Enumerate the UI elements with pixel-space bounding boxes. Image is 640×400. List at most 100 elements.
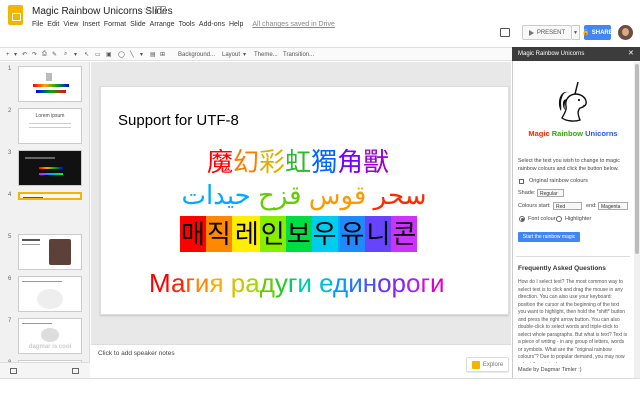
avatar[interactable] — [618, 25, 633, 40]
menu-tools[interactable]: Tools — [179, 21, 199, 33]
shade-value: Regular — [540, 191, 558, 197]
sidebar-scrollbar-thumb[interactable] — [635, 64, 639, 254]
menu-bar: File Edit View Insert Format Slide Arrange Tool… — [32, 21, 339, 33]
shade-label: Shade: — [518, 190, 536, 196]
grid-view-icon[interactable] — [72, 368, 79, 374]
line-dropdown-icon[interactable]: ▾ — [140, 50, 143, 59]
transition-button[interactable]: Transition... — [283, 50, 314, 59]
theme-button[interactable]: Theme... — [254, 50, 278, 59]
korean-highlighted-text[interactable]: 매직 레인보우 유니콘 — [180, 216, 418, 252]
highlighted-char: 보 — [285, 216, 312, 252]
highlighted-char: 레 — [233, 216, 260, 252]
background-button[interactable]: Background... — [178, 50, 215, 59]
arabic-rainbow-text[interactable]: سحر قوس قزح حيدات — [172, 180, 436, 211]
present-dropdown-icon[interactable]: ▼ — [572, 25, 580, 40]
start-colour-select[interactable]: Red — [553, 202, 582, 210]
shade-select[interactable]: Regular — [537, 189, 564, 197]
russian-rainbow-text[interactable]: Магия радуги единороги — [149, 268, 445, 299]
slide-number: 3 — [8, 150, 12, 156]
explore-icon — [471, 360, 480, 369]
rainbow-char: а — [170, 268, 186, 298]
menu-file[interactable]: File — [32, 21, 47, 33]
present-label: PRESENT — [536, 29, 566, 36]
explore-button[interactable]: Explore — [466, 357, 509, 372]
list-view-icon[interactable] — [10, 368, 17, 374]
rainbow-char: 獨 — [311, 147, 338, 177]
rainbow-char — [224, 268, 231, 298]
redo-icon[interactable]: ↷ — [32, 50, 37, 59]
slide-thumb-7[interactable]: dagmar is cool — [18, 318, 82, 354]
undo-icon[interactable]: ↶ — [22, 50, 27, 59]
layout-button[interactable]: Layout — [222, 50, 240, 59]
rainbow-word — [251, 180, 258, 210]
thumb-smiley-shape — [41, 328, 59, 342]
slide-thumb-6[interactable] — [18, 276, 82, 312]
highlighter-radio[interactable] — [556, 216, 562, 222]
bottom-bar — [0, 378, 640, 400]
menu-insert[interactable]: Insert — [82, 21, 104, 33]
start-colour-value: Red — [556, 204, 566, 210]
saved-status[interactable]: All changes saved in Drive — [252, 21, 339, 33]
menu-help[interactable]: Help — [229, 21, 247, 33]
grid-icon[interactable]: ⊞ — [160, 50, 165, 59]
layout-dropdown-icon[interactable]: ▾ — [243, 50, 246, 59]
print-icon[interactable]: ⎙ — [42, 50, 47, 59]
colours-start-label: Colours start: — [518, 203, 551, 209]
rainbow-char: 獸 — [363, 147, 390, 177]
slide-thumb-1[interactable] — [18, 66, 82, 102]
rainbow-char: а — [245, 268, 260, 298]
thumb-line — [22, 281, 62, 282]
textbox-icon[interactable]: ▭ — [95, 50, 101, 59]
menu-view[interactable]: View — [63, 21, 82, 33]
rainbow-char: 魔 — [207, 147, 234, 177]
thumb-line — [25, 157, 55, 159]
comment-icon[interactable] — [500, 28, 510, 37]
brand-word: Magic — [528, 129, 552, 138]
line-icon[interactable]: ╲ — [130, 50, 134, 59]
slides-logo-icon[interactable] — [8, 5, 23, 25]
image-icon[interactable]: ▣ — [106, 50, 112, 59]
end-colour-select[interactable]: Magenta — [598, 202, 628, 210]
star-icon[interactable]: ☆ — [143, 5, 152, 16]
zoom-icon[interactable]: ⌕ — [64, 50, 67, 59]
font-colour-radio[interactable] — [519, 216, 525, 222]
close-icon[interactable]: ✕ — [628, 49, 634, 57]
sidebar-divider — [516, 256, 630, 257]
thumb-title: Lorem ipsum — [35, 113, 65, 119]
speaker-notes-placeholder[interactable]: Click to add speaker notes — [98, 350, 175, 357]
menu-edit[interactable]: Edit — [47, 21, 63, 33]
rainbow-char: и — [429, 268, 445, 298]
new-slide-dropdown-icon[interactable]: ▾ — [14, 50, 17, 59]
rainbow-char: д — [259, 268, 275, 298]
slide-thumb-3[interactable] — [18, 150, 82, 186]
original-colours-checkbox[interactable] — [519, 179, 524, 184]
slide-thumb-4-selected[interactable] — [18, 192, 82, 200]
rainbow-word: قوس — [308, 180, 367, 210]
chinese-rainbow-text[interactable]: 魔幻彩虹獨角獸 — [207, 142, 389, 179]
select-icon[interactable]: ↖ — [84, 50, 89, 59]
paint-format-icon[interactable]: ✎ — [52, 50, 57, 59]
folder-icon[interactable] — [156, 6, 166, 14]
new-slide-icon[interactable]: + — [6, 50, 10, 59]
present-button[interactable]: PRESENT — [522, 25, 572, 40]
shape-icon[interactable]: ◯ — [118, 50, 125, 59]
comment-add-icon[interactable]: ▤ — [150, 50, 156, 59]
end-label: end: — [586, 203, 597, 209]
rainbow-char: р — [230, 268, 246, 298]
slide-thumb-2[interactable]: Lorem ipsum — [18, 108, 82, 144]
zoom-dropdown-icon[interactable]: ▾ — [74, 50, 77, 59]
thumb-line — [22, 323, 52, 324]
slide-thumb-5[interactable] — [18, 234, 82, 270]
share-button[interactable]: 🔒 SHARE — [582, 25, 613, 40]
menu-arrange[interactable]: Arrange — [150, 21, 179, 33]
thumb-placeholder-shape — [37, 289, 63, 309]
menu-slide[interactable]: Slide — [130, 21, 150, 33]
slide-filmstrip[interactable]: 1 2 Lorem ipsum 3 4 5 6 7 dagmar is cool — [0, 62, 90, 378]
highlighted-char: 매 — [180, 216, 206, 252]
menu-addons[interactable]: Add-ons — [199, 21, 229, 33]
start-rainbow-button[interactable]: Start the rainbow magic — [518, 232, 580, 242]
slide-title[interactable]: Support for UTF-8 — [118, 112, 239, 129]
brand-word: Rainbow — [551, 129, 586, 138]
rainbow-char: д — [333, 268, 349, 298]
menu-format[interactable]: Format — [104, 21, 130, 33]
